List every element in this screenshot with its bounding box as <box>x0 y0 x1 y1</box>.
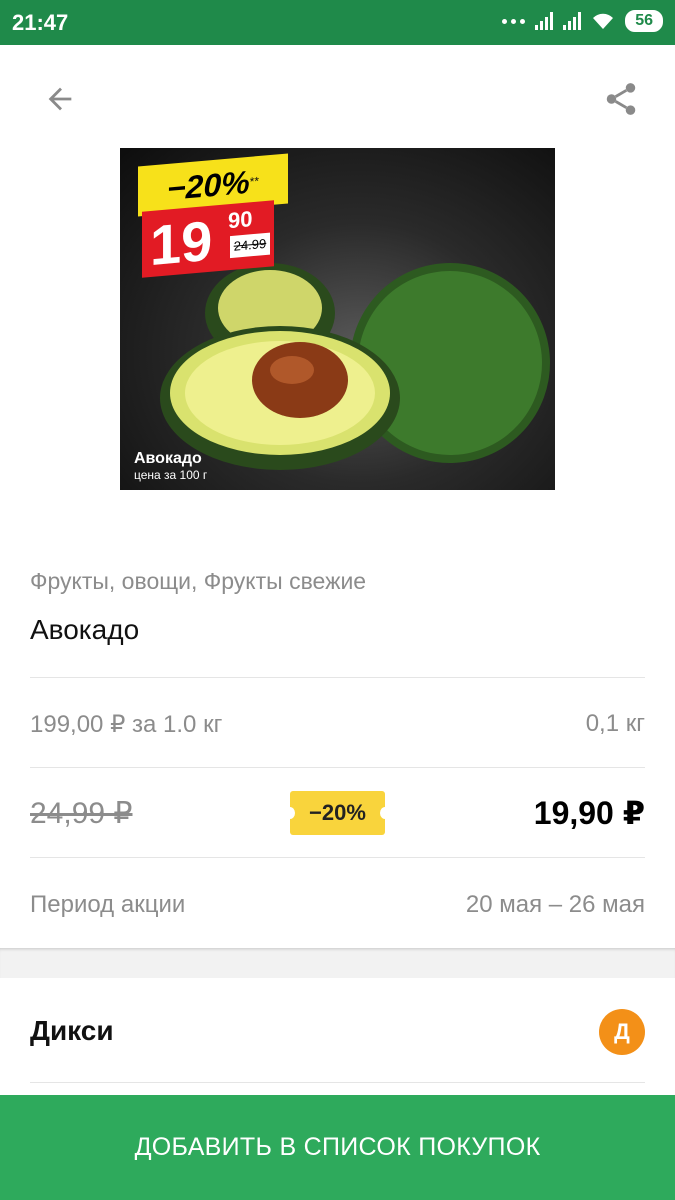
image-caption-sub: цена за 100 г <box>134 468 208 482</box>
share-icon <box>606 83 636 115</box>
top-bar <box>0 45 675 145</box>
promo-old-price: 24.99 <box>230 232 270 259</box>
wifi-icon <box>593 13 614 29</box>
status-bar: 21:47 56 <box>0 0 675 45</box>
share-button[interactable] <box>599 77 643 121</box>
promo-stars: ** <box>249 173 260 189</box>
discount-badge: −20% <box>285 791 390 835</box>
divider <box>30 767 645 768</box>
section-separator <box>0 948 675 978</box>
product-image: −20% ** 19 90 24.99 Авокадо цена за 100 г <box>120 148 555 490</box>
back-button[interactable] <box>38 77 82 121</box>
add-to-shopping-list-button[interactable]: ДОБАВИТЬ В СПИСОК ПОКУПОК <box>0 1095 675 1200</box>
promo-period-label: Период акции <box>30 891 186 918</box>
battery-indicator: 56 <box>625 10 663 32</box>
promo-price-main: 19 <box>150 208 213 278</box>
promo-price-kop: 90 <box>228 206 253 234</box>
image-caption-title: Авокадо <box>134 450 202 467</box>
new-price: 19,90 ₽ <box>533 795 645 831</box>
signal-2-icon <box>563 12 582 30</box>
old-price: 24,99 ₽ <box>30 797 133 830</box>
product-weight: 0,1 кг <box>585 710 645 737</box>
arrow-left-icon <box>48 87 72 111</box>
signal-1-icon <box>535 12 554 30</box>
notification-dots-icon <box>502 18 526 24</box>
product-name: Авокадо <box>30 614 140 645</box>
promo-price-sticker: 19 90 24.99 <box>142 200 274 278</box>
divider <box>30 1082 645 1083</box>
image-caption: Авокадо цена за 100 г <box>134 450 207 482</box>
product-category: Фрукты, овощи, Фрукты свежие <box>30 568 367 594</box>
unit-price: 199,00 ₽ за 1.0 кг <box>30 711 223 738</box>
status-icons: 56 <box>502 10 663 32</box>
divider <box>30 677 645 678</box>
status-time: 21:47 <box>12 10 69 35</box>
promo-period-value: 20 мая – 26 мая <box>465 891 645 918</box>
store-name[interactable]: Дикси <box>30 1015 114 1047</box>
divider <box>30 857 645 858</box>
store-logo[interactable]: Д <box>599 1009 645 1055</box>
promo-percent: −20% <box>166 163 250 207</box>
